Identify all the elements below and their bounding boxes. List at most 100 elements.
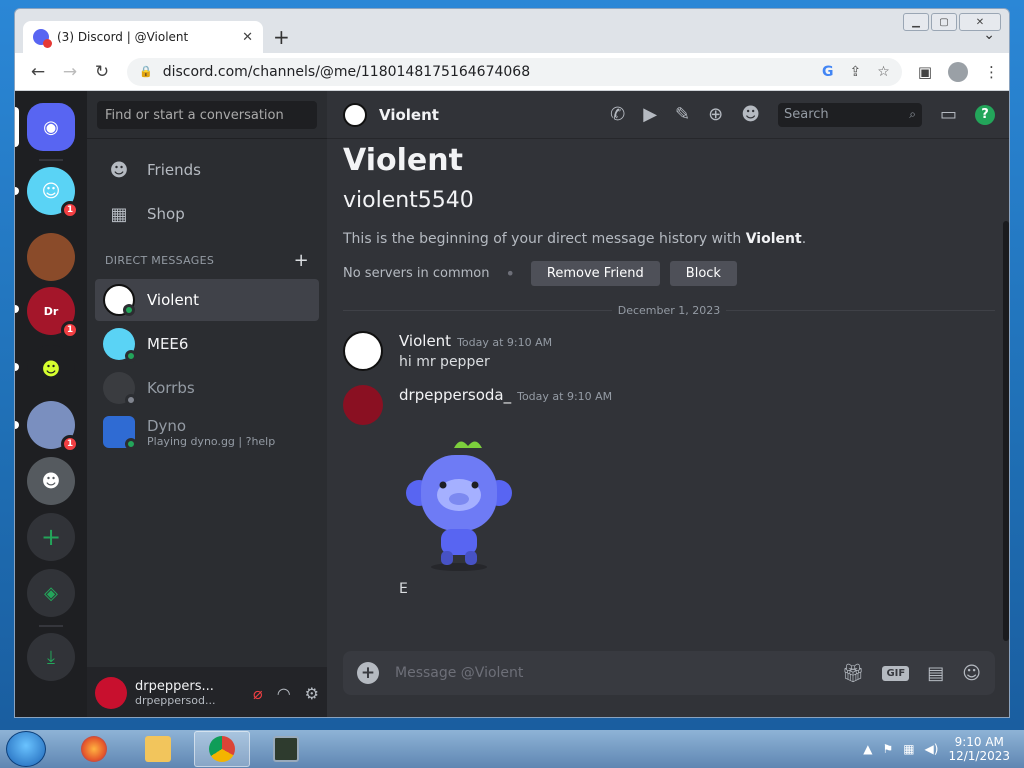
discord-app: ◉ ☺ 1 Dr 1 ☻ 1 ☻ + ◈ ⤓ Find or start a c… <box>15 91 1009 717</box>
dm-item-mee6[interactable]: MEE6 <box>95 323 319 365</box>
scrollbar[interactable] <box>1003 221 1009 641</box>
channel-header: Violent ✆ ▶ ✎ ⊕ ☻ Search ⌕ ▭ ? <box>327 91 1009 139</box>
avatar <box>343 102 367 127</box>
new-tab-button[interactable]: + <box>273 25 290 49</box>
dm-item-korrbs[interactable]: Korrbs <box>95 367 319 409</box>
message-author[interactable]: Violent <box>399 332 451 350</box>
server-store-icon[interactable] <box>27 233 75 281</box>
terminal-taskbar-button[interactable] <box>258 731 314 767</box>
shop-icon: ▦ <box>110 203 128 225</box>
tray-arrow-icon[interactable]: ▲ <box>863 742 872 756</box>
message-author[interactable]: drpeppersoda_ <box>399 386 511 404</box>
sidebar-item-friends[interactable]: ☻ Friends <box>95 149 319 191</box>
server-face-icon[interactable]: ☻ <box>27 457 75 505</box>
pin-icon[interactable]: ✎ <box>675 104 690 125</box>
minimize-button[interactable]: ▁ <box>903 13 929 31</box>
clock[interactable]: 9:10 AM 12/1/2023 <box>948 735 1010 763</box>
user-panel: drpeppers... drpeppersod... ⌀ ◠ ⚙ <box>87 667 327 717</box>
terminal-icon <box>273 736 299 762</box>
headphones-icon[interactable]: ◠ <box>277 684 291 703</box>
video-call-icon[interactable]: ▶ <box>643 104 657 125</box>
sidebar-toggle-icon[interactable]: ▣ <box>918 63 932 81</box>
dm-item-dyno[interactable]: Dyno Playing dyno.gg | ?help <box>95 411 319 453</box>
explore-compass-icon[interactable]: ◈ <box>27 569 75 617</box>
gift-icon[interactable]: 🎁︎ <box>842 663 865 684</box>
user-tag: drpeppersod... <box>135 694 216 707</box>
start-button[interactable] <box>6 731 46 767</box>
server-mee6-icon[interactable]: ☺ 1 <box>27 167 79 219</box>
message-list: Violent violent5540 This is the beginnin… <box>327 139 1009 645</box>
intro-title: Violent <box>343 143 463 178</box>
mute-microphone-icon[interactable]: ⌀ <box>253 684 263 703</box>
avatar[interactable] <box>343 331 383 371</box>
back-arrow-icon[interactable]: ← <box>25 62 51 82</box>
voice-call-icon[interactable]: ✆ <box>610 104 625 125</box>
discord-home-icon[interactable]: ◉ <box>27 103 75 151</box>
intro-text: This is the beginning of your direct mes… <box>343 231 995 247</box>
unread-pill <box>15 187 19 195</box>
avatar[interactable] <box>95 677 127 709</box>
search-input[interactable]: Search ⌕ <box>777 102 922 127</box>
profile-avatar[interactable] <box>948 61 968 82</box>
dm-name: Dyno <box>147 416 187 435</box>
intro-text-prefix: This is the beginning of your direct mes… <box>343 231 746 247</box>
intro-text-suffix: . <box>801 231 807 247</box>
download-icon[interactable]: ⤓ <box>27 633 75 681</box>
avatar[interactable] <box>343 385 383 425</box>
firefox-icon <box>81 736 107 762</box>
wumpus-sticker-image[interactable] <box>399 433 559 573</box>
reload-icon[interactable]: ↻ <box>89 62 115 82</box>
date-divider: December 1, 2023 <box>343 304 995 317</box>
user-profile-icon[interactable]: ☻ <box>741 104 760 125</box>
server-drpepper-icon[interactable]: Dr 1 <box>27 287 79 339</box>
avatar <box>103 416 137 450</box>
unread-pill <box>15 421 19 429</box>
browser-window: (3) Discord | @Violent ✕ + ⌄ ▁ ▢ ✕ ← → ↻… <box>14 8 1010 718</box>
dm-item-violent[interactable]: Violent <box>95 279 319 321</box>
divider-date: December 1, 2023 <box>617 304 721 317</box>
close-window-button[interactable]: ✕ <box>959 13 1001 31</box>
google-icon[interactable]: G <box>822 64 834 80</box>
message-timestamp: Today at 9:10 AM <box>457 336 553 349</box>
share-icon[interactable]: ⇪ <box>850 64 862 80</box>
chrome-taskbar-button[interactable] <box>194 731 250 767</box>
selected-pill <box>15 107 19 147</box>
block-button[interactable]: Block <box>669 261 737 286</box>
unread-pill <box>15 363 19 371</box>
dm-search-area: Find or start a conversation <box>87 91 327 139</box>
bookmark-star-icon[interactable]: ☆ <box>877 64 890 80</box>
sidebar-item-shop[interactable]: ▦ Shop <box>95 193 319 235</box>
add-server-icon[interactable]: + <box>27 513 75 561</box>
tab-discord[interactable]: (3) Discord | @Violent ✕ <box>23 21 263 53</box>
remove-friend-button[interactable]: Remove Friend <box>530 261 660 286</box>
dm-sidebar: Find or start a conversation ☻ Friends ▦… <box>87 91 327 717</box>
create-dm-plus-icon[interactable]: + <box>294 250 309 271</box>
inbox-icon[interactable]: ▭ <box>940 104 957 125</box>
server-art-icon[interactable]: 1 <box>27 401 79 453</box>
add-friend-icon[interactable]: ⊕ <box>708 104 723 125</box>
attach-plus-icon[interactable]: + <box>357 662 379 684</box>
firefox-taskbar-button[interactable] <box>66 731 122 767</box>
gif-icon[interactable]: GIF <box>882 665 910 681</box>
dm-header-label: DIRECT MESSAGES <box>105 253 215 267</box>
flag-icon[interactable]: ⚑ <box>882 742 893 756</box>
sticker-icon[interactable]: ▤ <box>927 663 944 684</box>
status-online-icon <box>125 438 137 450</box>
emoji-icon[interactable]: ☺ <box>962 663 981 684</box>
explorer-taskbar-button[interactable] <box>130 731 186 767</box>
close-tab-icon[interactable]: ✕ <box>242 30 253 45</box>
discord-favicon-icon <box>33 29 52 48</box>
direct-messages-header: DIRECT MESSAGES + <box>87 243 327 277</box>
url-field[interactable]: 🔒 discord.com/channels/@me/1180148175164… <box>127 57 902 86</box>
intro-username: violent5540 <box>343 188 474 213</box>
maximize-button[interactable]: ▢ <box>931 13 957 31</box>
browser-menu-icon[interactable]: ⋮ <box>984 63 999 81</box>
message-input[interactable] <box>395 665 842 681</box>
forward-arrow-icon[interactable]: → <box>57 62 83 82</box>
help-icon[interactable]: ? <box>975 104 995 125</box>
server-eoo-icon[interactable]: ☻ <box>27 345 75 393</box>
settings-gear-icon[interactable]: ⚙ <box>305 684 319 703</box>
network-icon[interactable]: ▦ <box>903 742 914 756</box>
volume-icon[interactable]: ◀) <box>925 742 939 756</box>
find-conversation-button[interactable]: Find or start a conversation <box>97 101 317 129</box>
